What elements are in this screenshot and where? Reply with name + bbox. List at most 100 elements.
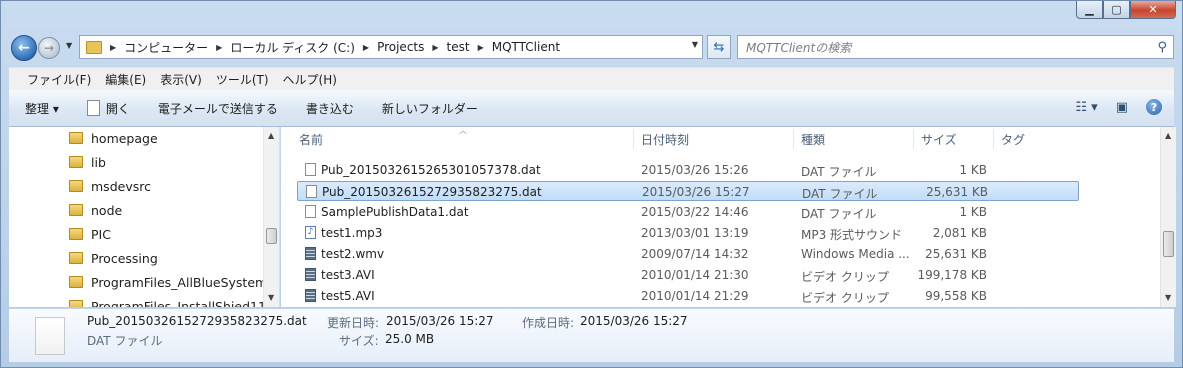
file-date: 2015/03/22 14:46 [641,205,749,219]
tree-item-programfiles-allbluesystem[interactable]: ProgramFiles_AllBlueSystem [69,270,267,294]
minimize-button[interactable]: ▁ [1076,1,1103,19]
email-button[interactable]: 電子メールで送信する [158,100,278,117]
doc-icon [305,163,316,176]
close-button[interactable]: ✕ [1130,1,1176,19]
breadcrumb-mqttclient[interactable]: MQTTClient [492,40,560,54]
file-list-scrollbar[interactable]: ▲ ▼ [1160,127,1176,307]
tree-item-label: PIC [91,226,111,242]
recent-pages-dropdown[interactable]: ▼ [66,41,72,50]
breadcrumb-projects[interactable]: Projects [377,40,424,54]
maximize-button[interactable]: ▢ [1103,1,1130,19]
refresh-button[interactable]: ⇆ [707,35,731,59]
folder-icon [69,204,83,216]
navigation-scrollbar[interactable]: ▲ ▼ [263,127,279,307]
breadcrumb-separator[interactable]: ▶ [363,43,369,52]
scroll-down-icon[interactable]: ▼ [268,293,274,302]
tree-item-label: msdevsrc [91,178,151,194]
navigation-pane: homepage lib msdevsrc node PIC Processin… [9,127,280,307]
file-row-selected[interactable]: Pub_2015032615272935823275.dat 2015/03/2… [297,181,1079,201]
file-name: SamplePublishData1.dat [321,205,469,219]
arrow-right-icon: → [43,41,55,55]
breadcrumb-test[interactable]: test [447,40,470,54]
column-divider[interactable] [633,129,634,149]
file-row[interactable]: test5.AVI 2010/01/14 21:29 ビデオ クリップ 99,5… [297,286,1079,306]
tree-item-homepage[interactable]: homepage [69,127,158,150]
details-size-value: 25.0 MB [385,332,435,346]
help-icon[interactable]: ? [1146,99,1162,115]
file-type: Windows Media ... [801,247,910,261]
column-header-name[interactable]: 名前 [299,127,323,151]
file-date: 2015/03/26 15:26 [641,163,749,177]
folder-icon [69,228,83,240]
file-row[interactable]: test3.AVI 2010/01/14 21:30 ビデオ クリップ 199,… [297,265,1079,285]
scrollbar-thumb[interactable] [1163,231,1174,257]
breadcrumb-separator[interactable]: ▶ [110,43,116,52]
menu-view[interactable]: 表示(V) [160,71,202,88]
search-icon[interactable]: ⚲ [1157,40,1167,55]
tree-item-pic[interactable]: PIC [69,222,111,246]
menu-help[interactable]: ヘルプ(H) [283,71,337,88]
scrollbar-thumb[interactable] [266,228,277,244]
file-row[interactable]: test2.wmv 2009/07/14 14:32 Windows Media… [297,244,1079,264]
file-size: 199,178 KB [917,268,987,282]
menu-tools[interactable]: ツール(T) [216,71,269,88]
tree-item-processing[interactable]: Processing [69,246,158,270]
scroll-up-icon[interactable]: ▲ [268,131,274,140]
details-filename: Pub_2015032615272935823275.dat [87,314,307,328]
back-button[interactable]: ← [11,35,37,61]
column-divider[interactable] [913,129,914,149]
column-header-date[interactable]: 日付時刻 [641,127,689,151]
address-bar[interactable]: ▶ コンピューター ▶ ローカル ディスク (C:) ▶ Projects ▶ … [79,35,703,59]
view-options-button[interactable]: ☷ ▾ [1075,100,1097,115]
caption-buttons: ▁ ▢ ✕ [1076,1,1176,19]
doc-icon [305,205,316,218]
breadcrumb-separator[interactable]: ▶ [216,43,222,52]
navigation-row: ← → ▼ ▶ コンピューター ▶ ローカル ディスク (C:) ▶ Proje… [11,32,1174,62]
doc-icon [306,185,317,198]
folder-icon [69,132,83,144]
tree-item-node[interactable]: node [69,198,122,222]
file-row[interactable]: ♪ test1.mp3 2013/03/01 13:19 MP3 形式サウンド … [297,223,1079,243]
column-divider[interactable] [993,129,994,149]
organize-button[interactable]: 整理 ▾ [25,100,59,117]
column-header-tags[interactable]: タグ [1001,127,1025,151]
tree-item-programfiles-installshied11[interactable]: ProgramFiles_InstallShied11 [69,294,266,307]
file-size: 25,631 KB [925,247,987,261]
details-created-value: 2015/03/26 15:27 [580,314,688,328]
file-size: 25,631 KB [926,185,988,199]
breadcrumb-computer[interactable]: コンピューター [124,39,208,56]
tree-item-lib[interactable]: lib [69,150,106,174]
file-row[interactable]: Pub_2015032615265301057378.dat 2015/03/2… [297,160,1079,180]
view-controls: ☷ ▾ ▣ ? [1075,99,1162,115]
address-dropdown-icon[interactable]: ▼ [692,40,698,49]
search-input[interactable]: MQTTClientの検索 ⚲ [737,35,1174,59]
column-header-type[interactable]: 種類 [801,127,825,151]
file-date: 2015/03/26 15:27 [642,185,750,199]
details-modified-value: 2015/03/26 15:27 [386,314,494,328]
preview-pane-button[interactable]: ▣ [1116,100,1128,115]
breadcrumb-local-disk[interactable]: ローカル ディスク (C:) [230,39,355,56]
breadcrumb-separator[interactable]: ▶ [478,43,484,52]
file-type: DAT ファイル [801,165,877,179]
file-type: DAT ファイル [802,187,878,201]
tree-item-label: ProgramFiles_InstallShied11 [91,298,266,308]
forward-button[interactable]: → [38,37,60,59]
menu-file[interactable]: ファイル(F) [27,71,91,88]
folder-icon [86,40,102,54]
burn-button[interactable]: 書き込む [306,100,354,117]
file-name: test2.wmv [321,247,385,261]
breadcrumb-separator[interactable]: ▶ [432,43,438,52]
file-preview-icon [35,317,65,355]
scroll-up-icon[interactable]: ▲ [1165,131,1171,140]
scroll-down-icon[interactable]: ▼ [1165,293,1171,302]
column-header-size[interactable]: サイズ [921,127,957,151]
menu-edit[interactable]: 編集(E) [105,71,146,88]
document-icon [86,100,100,116]
new-folder-button[interactable]: 新しいフォルダー [382,100,478,117]
open-button[interactable]: 開く [86,100,130,117]
file-row[interactable]: SamplePublishData1.dat 2015/03/22 14:46 … [297,202,1079,222]
folder-icon [69,180,83,192]
tree-item-msdevsrc[interactable]: msdevsrc [69,174,151,198]
column-divider[interactable] [793,129,794,149]
details-file-type: DAT ファイル [87,334,163,348]
